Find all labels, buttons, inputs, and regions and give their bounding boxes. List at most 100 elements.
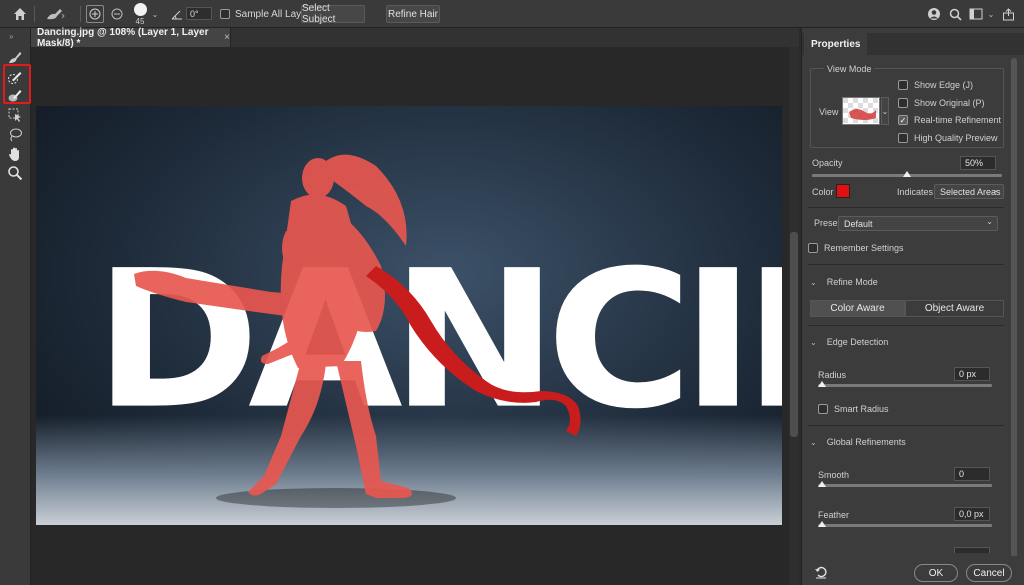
divider xyxy=(808,325,1004,326)
properties-panel: Properties View Mode View ⌄ Show Edge (J… xyxy=(801,28,1024,585)
brush-tool-icon[interactable] xyxy=(4,86,26,104)
dancers-overlay xyxy=(134,154,581,508)
subtract-from-selection-icon[interactable] xyxy=(108,5,126,23)
zoom-tool-icon[interactable] xyxy=(4,164,26,182)
selection-overlay xyxy=(134,154,413,498)
show-edge-row[interactable]: Show Edge (J) xyxy=(898,80,973,90)
realtime-refinement-label: Real-time Refinement xyxy=(914,115,1002,125)
smart-radius-checkbox[interactable] xyxy=(818,404,828,414)
show-original-row[interactable]: Show Original (P) xyxy=(898,98,985,108)
account-icon[interactable] xyxy=(926,6,942,22)
show-original-label: Show Original (P) xyxy=(914,98,985,108)
global-refinements-title: Global Refinements xyxy=(826,437,906,447)
chevron-down-icon: ⌄ xyxy=(810,337,817,347)
hq-preview-checkbox[interactable] xyxy=(898,133,908,143)
edge-detection-title: Edge Detection xyxy=(826,337,889,347)
cancel-button[interactable]: Cancel xyxy=(966,564,1012,582)
next-field-partial xyxy=(954,547,990,553)
close-icon[interactable]: × xyxy=(224,32,230,43)
chevron-down-icon[interactable]: ⌄ xyxy=(881,97,889,125)
brush-size-value: 45 xyxy=(135,16,145,26)
radius-slider[interactable] xyxy=(818,384,992,387)
realtime-refinement-row[interactable]: ✓ Real-time Refinement xyxy=(898,115,1001,125)
view-thumbnail[interactable] xyxy=(842,97,880,125)
realtime-refinement-checkbox[interactable]: ✓ xyxy=(898,115,908,125)
color-aware-button[interactable]: Color Aware xyxy=(810,300,905,317)
document-tab-title: Dancing.jpg @ 108% (Layer 1, Layer Mask/… xyxy=(37,26,209,49)
remember-settings-checkbox[interactable] xyxy=(808,243,818,253)
overlay-color-swatch[interactable] xyxy=(836,184,850,198)
smooth-field[interactable]: 0 xyxy=(954,467,990,481)
chevron-down-icon: ⌄ xyxy=(992,185,999,194)
radius-slider-knob[interactable] xyxy=(818,381,826,387)
document-tab[interactable]: Dancing.jpg @ 108% (Layer 1, Layer Mask/… xyxy=(31,26,231,49)
collapse-icon[interactable]: » xyxy=(9,32,13,41)
smooth-slider-knob[interactable] xyxy=(818,481,826,487)
smart-radius-row[interactable]: Smart Radius xyxy=(818,404,889,414)
search-icon[interactable] xyxy=(947,6,963,22)
workspace-icon[interactable] xyxy=(968,6,984,22)
brush-size-picker[interactable]: 45 xyxy=(132,2,148,26)
opacity-slider-knob[interactable] xyxy=(903,171,911,177)
select-subject-button[interactable]: Select Subject xyxy=(301,3,365,25)
divider xyxy=(808,264,1004,265)
hq-preview-label: High Quality Preview xyxy=(914,133,998,143)
separator xyxy=(34,6,35,22)
remember-settings-row[interactable]: Remember Settings xyxy=(808,243,904,253)
feather-field[interactable]: 0,0 px xyxy=(954,507,990,521)
hand-tool-icon[interactable] xyxy=(4,145,26,163)
preset-label: Preset xyxy=(814,218,841,228)
tools-panel: » xyxy=(0,28,31,585)
home-icon[interactable] xyxy=(10,5,30,23)
preset-select[interactable]: Default ⌄ xyxy=(838,216,998,231)
angle-field[interactable]: 0° xyxy=(186,7,212,20)
hq-preview-row[interactable]: High Quality Preview xyxy=(898,133,998,143)
opacity-field[interactable]: 50% xyxy=(960,156,996,170)
scrollbar-thumb[interactable] xyxy=(1011,58,1017,568)
document-area: Dancing.jpg @ 108% (Layer 1, Layer Mask/… xyxy=(31,26,799,585)
indicates-select[interactable]: Selected Areas ⌄ xyxy=(934,184,1004,199)
indicates-label: Indicates xyxy=(897,187,934,197)
brush-preset-icon[interactable] xyxy=(42,5,68,23)
refine-mode-header[interactable]: ⌄ Refine Mode xyxy=(810,277,878,287)
show-edge-checkbox[interactable] xyxy=(898,80,908,90)
add-to-selection-icon[interactable] xyxy=(86,5,104,23)
feather-slider[interactable] xyxy=(818,524,992,527)
brush-tip-icon xyxy=(133,2,147,16)
view-label: View xyxy=(819,107,839,117)
refine-edge-brush-tool-icon[interactable] xyxy=(4,68,26,86)
refine-mode-title: Refine Mode xyxy=(826,277,878,287)
chevron-down-icon: ⌄ xyxy=(810,437,817,447)
opacity-label: Opacity xyxy=(812,158,843,168)
angle-icon xyxy=(170,7,184,21)
edge-detection-header[interactable]: ⌄ Edge Detection xyxy=(810,337,888,347)
lasso-tool-icon[interactable] xyxy=(4,126,26,144)
refine-hair-button[interactable]: Refine Hair xyxy=(386,5,440,23)
share-icon[interactable] xyxy=(1000,6,1016,22)
object-aware-button[interactable]: Object Aware xyxy=(905,300,1004,317)
tab-properties[interactable]: Properties xyxy=(804,33,868,55)
checkbox[interactable] xyxy=(220,9,230,19)
show-edge-label: Show Edge (J) xyxy=(914,80,974,90)
chevron-down-icon[interactable]: ⌄ xyxy=(150,7,160,21)
global-refinements-header[interactable]: ⌄ Global Refinements xyxy=(810,437,906,447)
preset-value: Default xyxy=(844,218,873,229)
show-original-checkbox[interactable] xyxy=(898,98,908,108)
ribbon-shape xyxy=(366,266,581,436)
scrollbar-thumb[interactable] xyxy=(790,232,798,437)
image-canvas[interactable]: DANCING xyxy=(36,106,782,525)
document-scrollbar[interactable] xyxy=(789,47,799,585)
color-label: Color xyxy=(812,187,834,197)
feather-slider-knob[interactable] xyxy=(818,521,826,527)
radius-field[interactable]: 0 px xyxy=(954,367,990,381)
smooth-slider[interactable] xyxy=(818,484,992,487)
properties-scrollbar[interactable] xyxy=(1010,48,1018,568)
view-mode-header: View Mode xyxy=(824,64,875,74)
object-selection-tool-icon[interactable] xyxy=(4,106,26,124)
remember-settings-label: Remember Settings xyxy=(824,243,904,253)
chevron-down-icon: ⌄ xyxy=(810,277,817,287)
reset-icon[interactable] xyxy=(814,565,830,581)
chevron-down-icon: ⌄ xyxy=(986,217,993,226)
ok-button[interactable]: OK xyxy=(914,564,958,582)
chevron-down-icon[interactable]: ⌄ xyxy=(986,8,996,20)
